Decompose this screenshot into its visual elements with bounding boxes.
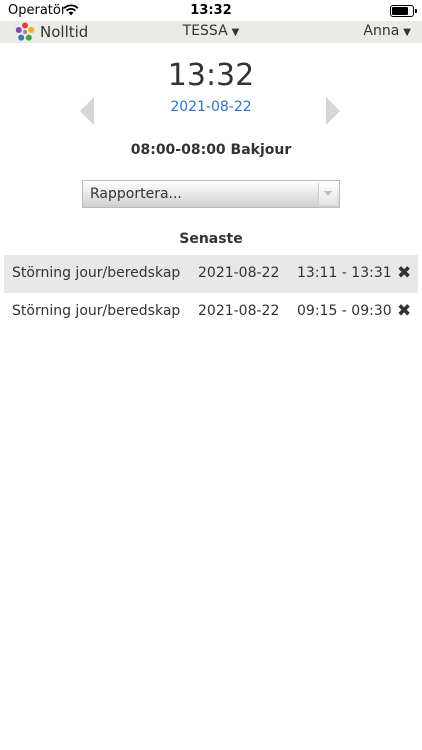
section-title-recent: Senaste	[179, 231, 243, 247]
entry-type: Störning jour/beredskap	[12, 303, 181, 319]
shift-label: 08:00-08:00 Bakjour	[130, 142, 292, 158]
report-select-label: Rapportera...	[90, 186, 182, 202]
delete-icon[interactable]: ✖	[397, 301, 411, 321]
unit-selector[interactable]: TESSA ▼	[0, 23, 422, 39]
previous-day-arrow-icon[interactable]	[80, 97, 94, 125]
recent-row[interactable]: Störning jour/beredskap 2021-08-22 13:11…	[4, 255, 418, 293]
user-menu[interactable]: Anna ▼	[363, 23, 411, 39]
chevron-down-icon: ▼	[403, 27, 411, 38]
report-select[interactable]: Rapportera...	[82, 180, 340, 208]
unit-selector-label: TESSA	[182, 23, 228, 39]
user-name: Anna	[363, 23, 400, 39]
battery-icon	[390, 5, 417, 17]
entry-time: 09:15 - 09:30	[297, 303, 392, 319]
entry-date: 2021-08-22	[198, 265, 280, 281]
report-select-toggle[interactable]	[318, 183, 337, 205]
app-header: Nolltid TESSA ▼ Anna ▼	[0, 21, 422, 43]
entry-time: 13:11 - 13:31	[297, 265, 392, 281]
chevron-down-icon	[324, 191, 332, 196]
current-time: 13:32	[167, 58, 255, 93]
entry-date: 2021-08-22	[198, 303, 280, 319]
status-bar: Operatör 13:32	[0, 0, 422, 20]
entry-type: Störning jour/beredskap	[12, 265, 181, 281]
chevron-down-icon: ▼	[231, 27, 240, 38]
status-time: 13:32	[190, 3, 232, 18]
recent-row[interactable]: Störning jour/beredskap 2021-08-22 09:15…	[4, 293, 418, 331]
date-link[interactable]: 2021-08-22	[0, 99, 422, 115]
battery-level	[392, 7, 409, 15]
next-day-arrow-icon[interactable]	[326, 97, 340, 125]
delete-icon[interactable]: ✖	[397, 263, 411, 283]
battery-tip	[415, 9, 417, 13]
